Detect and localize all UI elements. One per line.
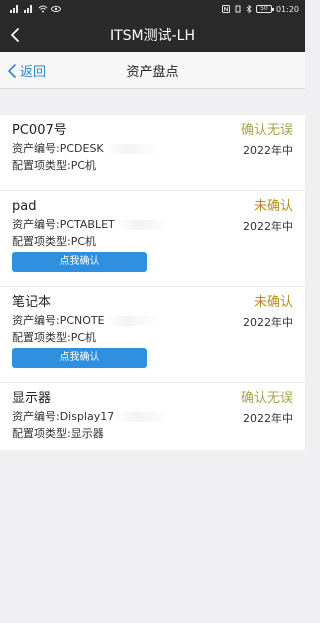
- signal-icon-2: [24, 5, 35, 13]
- asset-type: 配置项类型:显示器: [12, 427, 104, 440]
- redacted-area: [114, 412, 171, 422]
- battery-icon: 50: [255, 5, 274, 13]
- chevron-left-icon: [8, 63, 16, 78]
- asset-card[interactable]: pad 未确认 资产编号:PCTABLET 2022年中 配置项类型:PC机 点…: [0, 190, 305, 286]
- asset-status: 未确认: [253, 295, 293, 310]
- asset-date: 2022年中: [243, 144, 293, 157]
- app-bar: 50 01:20 ITSM测试-LH: [0, 0, 305, 52]
- asset-type: 配置项类型:PC机: [12, 159, 97, 172]
- asset-type: 配置项类型:PC机: [12, 235, 97, 248]
- eye-icon: [51, 6, 61, 12]
- back-label[interactable]: 返回: [20, 61, 46, 80]
- asset-date: 2022年中: [243, 220, 293, 233]
- back-chevron-icon[interactable]: [8, 27, 24, 43]
- page-title: 资产盘点: [126, 64, 179, 80]
- asset-number-text: 资产编号:PCNOTE: [12, 314, 105, 327]
- confirm-button[interactable]: 点我确认: [12, 348, 147, 368]
- asset-number-text: 资产编号:PCDESK: [12, 142, 104, 155]
- asset-name: pad: [12, 199, 37, 214]
- asset-status: 确认无误: [240, 391, 293, 406]
- bluetooth-icon: [246, 5, 252, 13]
- redacted-area: [104, 316, 161, 326]
- asset-list: PC007号 确认无误 资产编号:PCDESK 2022年中 配置项类型:PC机…: [0, 115, 305, 450]
- nfc-icon: [221, 5, 230, 13]
- asset-number-text: 资产编号:PCTABLET: [12, 218, 115, 231]
- asset-type: 配置项类型:PC机: [12, 331, 97, 344]
- confirm-button[interactable]: 点我确认: [12, 252, 147, 272]
- asset-card[interactable]: 显示器 确认无误 资产编号:Display17 2022年中 配置项类型:显示器: [0, 382, 305, 450]
- asset-status: 未确认: [253, 199, 293, 214]
- asset-name: 笔记本: [12, 295, 52, 310]
- asset-status: 确认无误: [240, 123, 293, 138]
- redacted-area: [114, 220, 171, 230]
- asset-date: 2022年中: [243, 316, 293, 329]
- status-right: 50 01:20: [221, 4, 299, 14]
- asset-date: 2022年中: [243, 412, 293, 425]
- nav-bar: 返回 资产盘点: [0, 52, 305, 89]
- vibrate-icon: [235, 5, 241, 13]
- asset-number-text: 资产编号:Display17: [12, 410, 115, 423]
- app-title: ITSM测试-LH: [109, 28, 196, 44]
- status-time: 01:20: [275, 4, 299, 14]
- title-row: ITSM测试-LH: [0, 18, 305, 52]
- redacted-area: [103, 144, 160, 154]
- status-bar: 50 01:20: [0, 0, 305, 18]
- asset-card[interactable]: PC007号 确认无误 资产编号:PCDESK 2022年中 配置项类型:PC机: [0, 115, 305, 190]
- wifi-icon: [38, 5, 48, 13]
- status-left: [10, 5, 61, 13]
- asset-card[interactable]: 笔记本 未确认 资产编号:PCNOTE 2022年中 配置项类型:PC机 点我确…: [0, 286, 305, 382]
- signal-icon: [10, 5, 21, 13]
- back-link[interactable]: 返回: [6, 61, 46, 80]
